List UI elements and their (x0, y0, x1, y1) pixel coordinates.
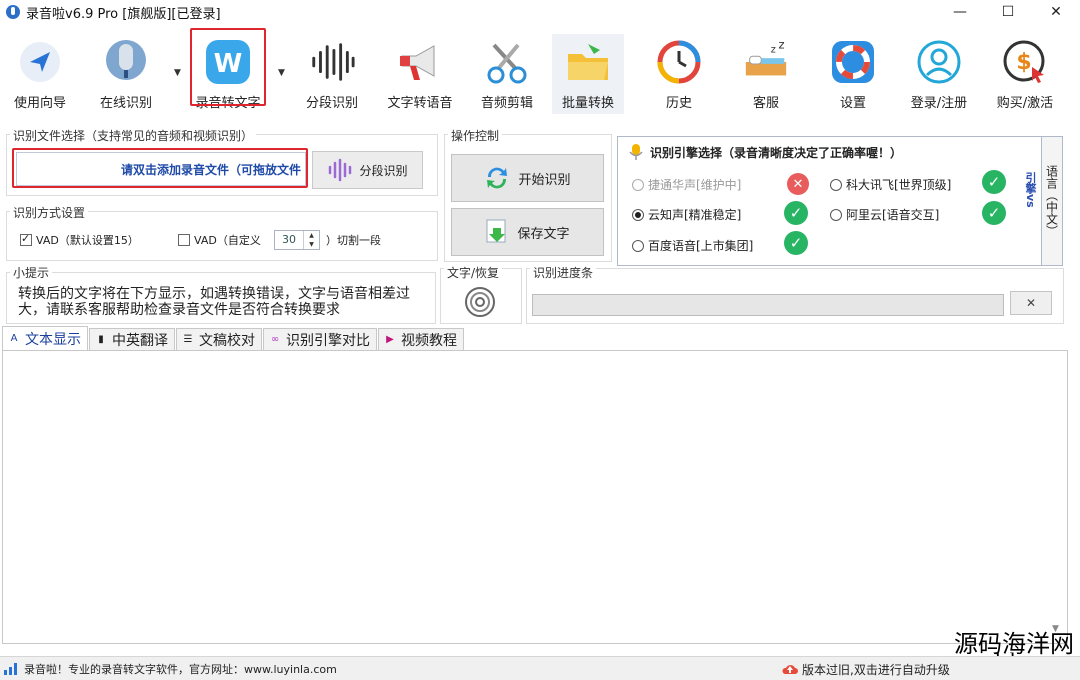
radio-icon (632, 178, 644, 191)
stepper-up-icon[interactable]: ▲ (304, 231, 319, 240)
progress-title: 识别进度条 (530, 264, 597, 281)
svg-text:z: z (778, 40, 784, 52)
toolbar-history-button[interactable]: 历史 (643, 34, 715, 114)
maximize-button[interactable]: ☐ (984, 0, 1032, 24)
toolbar-online-recognize-button[interactable]: 在线识别 (90, 34, 162, 114)
svg-text:z: z (771, 44, 776, 55)
engine-status-ok-icon: ✓ (982, 170, 1006, 194)
mode-title: 识别方式设置 (10, 204, 89, 221)
progress-bar (532, 294, 1004, 316)
online-recognize-dropdown-icon[interactable]: ▼ (174, 68, 181, 78)
compare-icon: ∞ (270, 334, 280, 345)
save-document-icon (486, 219, 506, 243)
folder-icon (564, 38, 612, 86)
scissors-icon (483, 38, 531, 86)
close-window-button[interactable]: ✕ (1032, 0, 1080, 24)
disc-icon[interactable] (463, 285, 497, 319)
dollar-cursor-icon: $ (1001, 38, 1049, 86)
file-select-title: 识别文件选择（支持常见的音频和视频识别） (10, 127, 257, 144)
engine-status-ok-icon: ✓ (784, 201, 808, 225)
content-tabs: A 文本显示 ▮ 中英翻译 ☰ 文稿校对 ∞ 识别引擎对比 ▶ 视频教程 (2, 326, 465, 350)
title-bar: 录音啦v6.9 Pro [旗舰版][已登录] — ☐ ✕ (0, 0, 1080, 24)
list-icon: ☰ (183, 334, 193, 345)
engine-option-jietong[interactable]: 捷通华声[维护中] (632, 176, 741, 193)
engine-status-error-icon: ✕ (787, 173, 809, 195)
toolbar-guide-button[interactable]: 使用向导 (4, 34, 76, 114)
signal-bars-icon (4, 662, 17, 675)
vad-custom-checkbox[interactable]: VAD（自定义 (178, 232, 261, 248)
operation-title: 操作控制 (448, 127, 503, 144)
toolbar-login-button[interactable]: 登录/注册 (903, 34, 975, 114)
microphone-icon (629, 144, 643, 160)
navigation-arrow-icon (16, 38, 64, 86)
engine-option-aliyun[interactable]: 阿里云[语音交互] (830, 206, 939, 223)
save-text-button[interactable]: 保存文字 (451, 208, 604, 256)
radio-icon (632, 239, 644, 252)
engine-status-ok-icon: ✓ (784, 231, 808, 255)
vad-value-stepper[interactable]: 30 ▲ ▼ (274, 230, 320, 250)
recover-title: 文字/恢复 (444, 264, 503, 281)
document-icon: ▮ (98, 334, 104, 345)
toolbar-segment-button[interactable]: 分段识别 (296, 34, 368, 114)
engine-option-baidu[interactable]: 百度语音[上市集团] (632, 237, 753, 254)
audio-to-text-dropdown-icon[interactable]: ▼ (278, 68, 285, 78)
engine-title: 识别引擎选择（录音清晰度决定了正确率喔！） (628, 143, 902, 161)
toolbar-batch-convert-button[interactable]: 批量转换 (552, 34, 624, 114)
checkbox-unchecked-icon (178, 234, 190, 246)
status-bar: 录音啦！专业的录音转文字软件，官方网址：www.luyinla.com 版本过旧… (0, 656, 1080, 680)
toolbar-settings-button[interactable]: 设置 (817, 34, 889, 114)
vad-suffix-label: ）切割一段 (326, 234, 381, 247)
sound-wave-icon (329, 158, 352, 182)
window-title: 录音啦v6.9 Pro [旗舰版][已登录] (26, 6, 221, 22)
result-text-area[interactable] (2, 350, 1068, 644)
toolbar-buy-button[interactable]: $ 购买/激活 (989, 34, 1061, 114)
svg-text:$: $ (1016, 50, 1031, 75)
tips-text: 转换后的文字将在下方显示，如遇转换错误，文字与语音相差过大，请联系客服帮助检查录… (18, 286, 410, 318)
microphone-icon (102, 38, 150, 86)
progress-close-button[interactable]: ✕ (1010, 291, 1052, 315)
user-icon (915, 38, 963, 86)
vad-value-field[interactable]: 30 (275, 231, 303, 249)
tab-video-tutorial[interactable]: ▶ 视频教程 (378, 328, 464, 350)
lifebuoy-icon (829, 38, 877, 86)
toolbar-service-button[interactable]: zz 客服 (730, 34, 802, 114)
engine-option-iflytek[interactable]: 科大讯飞[世界顶级] (830, 176, 951, 193)
radio-icon (830, 208, 842, 221)
tips-title: 小提示 (10, 264, 53, 281)
tab-translate[interactable]: ▮ 中英翻译 (89, 328, 175, 350)
tab-engine-compare[interactable]: ∞ 识别引擎对比 (263, 328, 377, 350)
status-left-text: 录音啦！专业的录音转文字软件，官方网址：www.luyinla.com (24, 662, 337, 676)
main-toolbar: 使用向导 在线识别 ▼ W 录音转文字 ▼ 分段识别 文字转语音 音频剪辑 批量… (0, 24, 1080, 114)
refresh-icon (487, 167, 508, 189)
start-recognize-button[interactable]: 开始识别 (451, 154, 604, 202)
file-input-highlight (12, 148, 308, 188)
audio-to-text-highlight (190, 28, 266, 106)
minimize-button[interactable]: — (936, 0, 984, 24)
checkbox-checked-icon (20, 232, 32, 246)
tab-text-display[interactable]: A 文本显示 (2, 326, 88, 350)
play-icon: ▶ (386, 334, 394, 345)
language-tab[interactable]: 语言（中文） (1041, 136, 1063, 266)
history-clock-icon (655, 38, 703, 86)
segment-recognize-button[interactable]: 分段识别 (312, 151, 423, 189)
radio-selected-icon (632, 208, 644, 221)
sound-wave-icon (308, 38, 356, 86)
text-a-icon: A (10, 333, 18, 344)
cloud-upgrade-icon (782, 665, 798, 674)
engine-status-ok-icon: ✓ (982, 201, 1006, 225)
engine-option-yunzhisheng[interactable]: 云知声[精准稳定] (632, 206, 741, 223)
megaphone-icon (396, 38, 444, 86)
tab-proofread[interactable]: ☰ 文稿校对 (176, 328, 262, 350)
sleeping-bed-icon: zz (742, 38, 790, 86)
stepper-down-icon[interactable]: ▼ (304, 240, 319, 249)
engine-vs-link[interactable]: 引擎vs (1022, 172, 1038, 208)
vad-default-checkbox[interactable]: VAD（默认设置15） (20, 232, 139, 248)
toolbar-audio-edit-button[interactable]: 音频剪辑 (471, 34, 543, 114)
radio-icon (830, 178, 842, 191)
toolbar-text-to-speech-button[interactable]: 文字转语音 (384, 34, 456, 114)
app-mic-icon (6, 5, 20, 19)
upgrade-notice[interactable]: 版本过旧,双击进行自动升级 (782, 657, 950, 680)
